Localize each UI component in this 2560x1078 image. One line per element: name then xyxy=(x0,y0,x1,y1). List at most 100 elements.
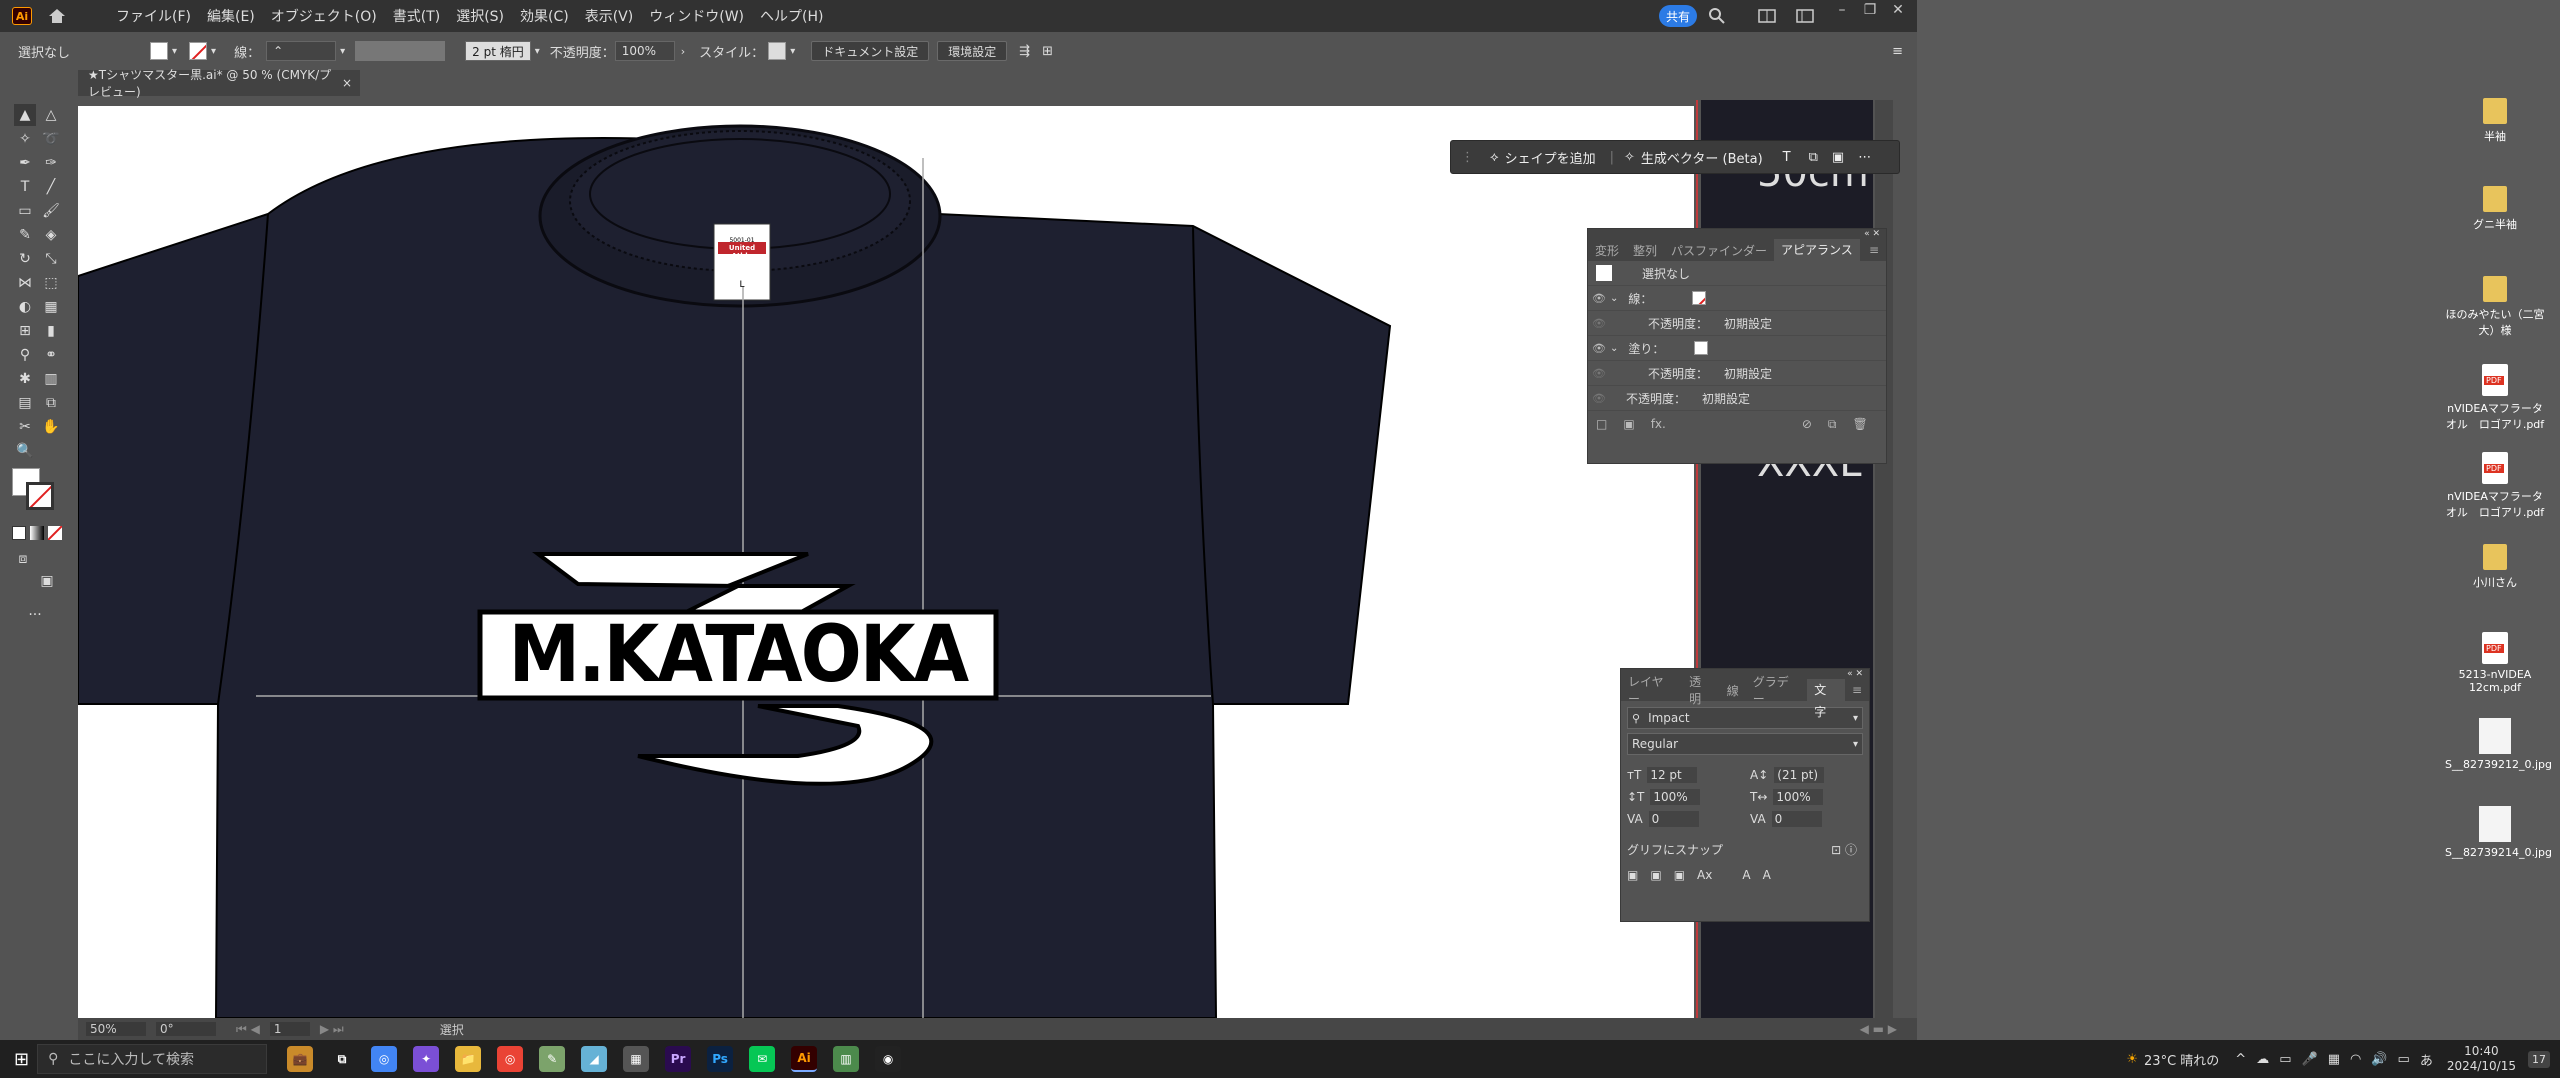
obs-icon[interactable]: ◉ xyxy=(875,1046,902,1072)
chevron-down-icon[interactable]: ⌄ xyxy=(1610,343,1618,354)
line-icon[interactable]: ✉ xyxy=(749,1046,776,1072)
visibility-eye-icon[interactable]: 👁 xyxy=(1588,342,1610,355)
task-view-icon[interactable]: ⧉ xyxy=(329,1046,355,1072)
kerning-value[interactable]: 0 xyxy=(1648,811,1699,827)
desktop-pdf[interactable]: 5213-nVIDEA 12cm.pdf xyxy=(2445,632,2545,694)
copilot-icon[interactable]: ✦ xyxy=(413,1046,440,1072)
menu-help[interactable]: ヘルプ(H) xyxy=(752,6,831,26)
angular-guides-icon[interactable]: A xyxy=(1742,868,1750,882)
document-tab[interactable]: ★Tシャツマスター黒.ai* @ 50 % (CMYK/プレビュー) × xyxy=(78,68,360,99)
zoom-level[interactable]: 50% xyxy=(86,1022,146,1036)
opacity-value[interactable]: 初期設定 xyxy=(1724,315,1772,332)
app-icon[interactable]: ✎ xyxy=(539,1046,566,1072)
artboard-tool-icon[interactable]: ⧉ xyxy=(40,392,62,414)
stroke-weight-field[interactable]: ⌃ xyxy=(266,41,337,61)
notification-badge[interactable]: 17 xyxy=(2528,1050,2550,1068)
panel-menu-icon[interactable]: ≡ xyxy=(1892,44,1903,59)
chevron-down-icon[interactable]: ▾ xyxy=(1853,739,1858,750)
file-explorer-icon[interactable]: 📁 xyxy=(455,1046,482,1072)
transform-icon[interactable]: ⊞ xyxy=(1042,44,1053,59)
minimize-icon[interactable]: – xyxy=(1827,0,1857,22)
panel-menu-icon[interactable]: ≡ xyxy=(1862,243,1886,257)
menu-effect[interactable]: 効果(C) xyxy=(512,6,577,26)
snap-glyph-bounds-icon[interactable]: ▣ xyxy=(1674,868,1685,882)
gradient-mode-icon[interactable] xyxy=(30,526,44,540)
briefcase-app-icon[interactable]: 💼 xyxy=(287,1046,314,1072)
drag-handle-icon[interactable]: ⋮ xyxy=(1461,150,1474,165)
tab-transform[interactable]: 変形 xyxy=(1588,242,1626,259)
visibility-eye-icon[interactable]: 👁 xyxy=(1588,292,1610,305)
close-document-icon[interactable]: × xyxy=(342,76,352,90)
visibility-eye-icon[interactable]: 👁 xyxy=(1588,317,1610,330)
align-icon[interactable]: ⇶ xyxy=(1019,44,1030,59)
close-icon[interactable]: ✕ xyxy=(1883,0,1913,22)
menu-type[interactable]: 書式(T) xyxy=(385,6,448,26)
add-fill-icon[interactable]: ▣ xyxy=(1623,417,1634,431)
tab-pathfinder[interactable]: パスファインダー xyxy=(1664,242,1774,259)
horizontal-scrollbar[interactable]: ◀ ▬ ▶ xyxy=(1860,1022,1897,1036)
app-icon[interactable]: ▥ xyxy=(833,1046,860,1072)
first-artboard-icon[interactable]: ⏮ ◀ xyxy=(236,1022,260,1037)
menu-object[interactable]: オブジェクト(O) xyxy=(263,6,385,26)
chevron-down-icon[interactable]: ▾ xyxy=(1853,713,1858,724)
ime-indicator[interactable]: あ xyxy=(2420,1050,2433,1069)
graph-tool-icon[interactable]: ▤ xyxy=(14,392,36,414)
document-setup-button[interactable]: ドキュメント設定 xyxy=(811,41,930,61)
tab-gradient[interactable]: グラデー xyxy=(1746,673,1807,707)
leading-field[interactable]: A↕ (21 pt) xyxy=(1750,767,1863,783)
rotate-view[interactable]: 0° xyxy=(156,1022,216,1036)
kerning-field[interactable]: VA 0 xyxy=(1627,811,1740,827)
chevron-down-icon[interactable]: ⌄ xyxy=(1610,293,1618,304)
type-tool-icon[interactable]: T xyxy=(14,176,36,198)
font-family-field[interactable]: ⚲ Impact ▾ xyxy=(1627,707,1863,729)
taskbar-search[interactable]: ⚲ ここに入力して検索 xyxy=(37,1044,268,1074)
snap-options-icon[interactable]: ⊡ ⓘ xyxy=(1831,841,1857,858)
microphone-icon[interactable]: 🎤 xyxy=(2302,1052,2318,1067)
desktop-image[interactable]: S__82739214_0.jpg xyxy=(2445,806,2552,859)
eraser-tool-icon[interactable]: ◈ xyxy=(40,224,62,246)
restore-icon[interactable]: ❐ xyxy=(1855,0,1885,22)
share-button[interactable]: 共有 xyxy=(1659,5,1697,27)
fill-opacity-row[interactable]: 👁 不透明度： 初期設定 xyxy=(1588,361,1886,386)
more-options-icon[interactable]: ⋯ xyxy=(1858,150,1871,165)
stroke-row[interactable]: 👁 ⌄ 線： xyxy=(1588,286,1886,311)
rectangle-tool-icon[interactable]: ▭ xyxy=(14,200,36,222)
chevron-down-icon[interactable]: ▾ xyxy=(535,46,540,57)
snap-proximity-icon[interactable]: Ax xyxy=(1697,868,1712,882)
preferences-button[interactable]: 環境設定 xyxy=(937,41,1008,61)
onedrive-icon[interactable]: ☁ xyxy=(2256,1052,2269,1067)
snap-baseline-icon[interactable]: ▣ xyxy=(1627,868,1638,882)
none-mode-icon[interactable] xyxy=(48,526,62,540)
windows-start-icon[interactable]: ⊞ xyxy=(14,1049,29,1070)
stroke-swatch[interactable] xyxy=(189,42,208,60)
variable-width-profile[interactable] xyxy=(355,41,446,61)
tab-character[interactable]: 文字 xyxy=(1807,679,1845,719)
calculator-icon[interactable]: ▦ xyxy=(623,1046,650,1072)
curvature-tool-icon[interactable]: ✑ xyxy=(40,152,62,174)
menu-select[interactable]: 選択(S) xyxy=(448,6,512,26)
font-size-field[interactable]: ᴛT 12 pt xyxy=(1627,767,1740,783)
add-shape-button[interactable]: シェイプを追加 xyxy=(1505,148,1596,167)
next-artboard-icon[interactable]: ▶ ⏭ xyxy=(320,1022,344,1037)
shaper-tool-icon[interactable]: ✎ xyxy=(14,224,36,246)
app-tray-icon[interactable]: ▦ xyxy=(2328,1052,2340,1067)
object-opacity-row[interactable]: 👁 不透明度： 初期設定 xyxy=(1588,386,1886,411)
symbol-sprayer-tool-icon[interactable]: ✱ xyxy=(14,368,36,390)
chrome-icon[interactable]: ◎ xyxy=(371,1046,398,1072)
eyedropper-tool-icon[interactable]: ⚲ xyxy=(14,344,36,366)
premiere-icon[interactable]: Pr xyxy=(665,1046,692,1072)
opacity-value[interactable]: 初期設定 xyxy=(1724,365,1772,382)
mesh-tool-icon[interactable]: ⊞ xyxy=(14,320,36,342)
font-style-field[interactable]: Regular ▾ xyxy=(1627,733,1863,755)
chrome-profile-icon[interactable]: ◎ xyxy=(497,1046,524,1072)
wifi-icon[interactable]: ◠ xyxy=(2350,1052,2361,1067)
font-size-value[interactable]: 12 pt xyxy=(1647,767,1698,783)
stroke-swatch[interactable] xyxy=(1692,291,1707,305)
selection-tool-icon[interactable]: ▲ xyxy=(14,104,36,126)
add-stroke-icon[interactable]: □ xyxy=(1596,417,1607,431)
tab-layers[interactable]: レイヤー xyxy=(1621,673,1682,707)
tab-appearance[interactable]: アピアランス xyxy=(1774,239,1860,261)
line-tool-icon[interactable]: ╱ xyxy=(40,176,62,198)
artboard-icon[interactable]: ⧉ xyxy=(1809,150,1818,165)
tray-chevron-icon[interactable]: ^ xyxy=(2235,1052,2246,1067)
